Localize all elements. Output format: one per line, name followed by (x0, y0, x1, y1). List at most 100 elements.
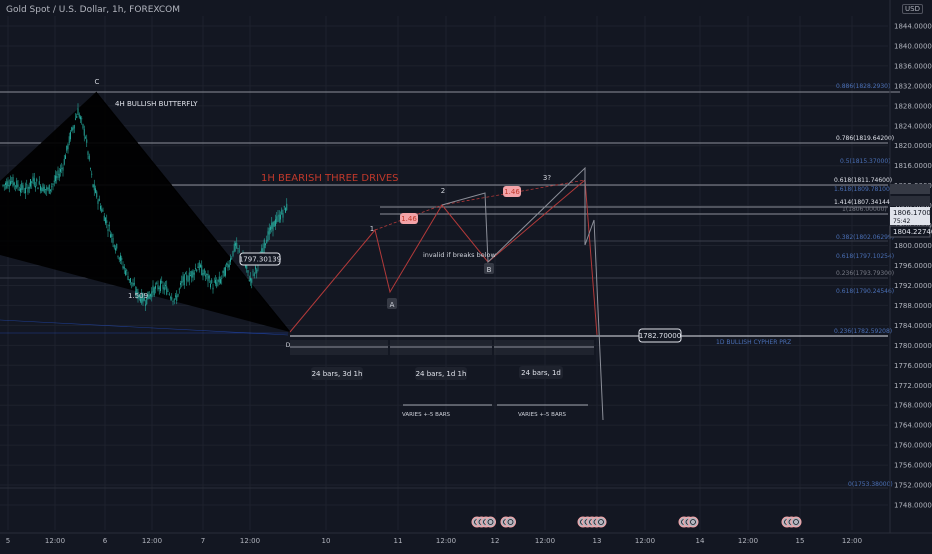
candle-body (133, 282, 135, 285)
ratio-badge-2[interactable]: 1.46 (400, 213, 418, 224)
fib-level-label: 0.618(1790.24546) (836, 288, 894, 295)
price-tick-label[interactable]: 1760.00000 (894, 442, 932, 450)
bars-label-1-text: 24 bars, 3d 1h (312, 370, 363, 378)
time-tick-label[interactable]: 6 (103, 537, 108, 545)
fib-level-label: 0.382(1802.06299) (836, 234, 894, 241)
time-tick-label[interactable]: 12:00 (142, 537, 162, 545)
time-tick-label[interactable]: 12:00 (45, 537, 65, 545)
level-1797-badge[interactable]: 1797.30139 (239, 252, 281, 266)
candle-body (182, 276, 184, 282)
candle-body (35, 186, 36, 188)
fib-level-label: 1.618(1809.78100) (834, 186, 892, 193)
time-tick-label[interactable]: 12:00 (738, 537, 758, 545)
candle-body (15, 185, 16, 187)
candle-body (175, 295, 176, 297)
candle-body (236, 242, 238, 249)
price-tick-label[interactable]: 1792.00000 (894, 282, 932, 290)
candle-body (96, 191, 98, 198)
candle-body (252, 271, 254, 273)
candle-body (237, 248, 239, 250)
price-tick-label[interactable]: 1748.00000 (894, 502, 932, 510)
time-tick-label[interactable]: 10 (322, 537, 331, 545)
price-tick-label[interactable]: 1840.00000 (894, 42, 932, 50)
time-tick-label[interactable]: 13 (593, 537, 602, 545)
economic-event-icon[interactable] (687, 516, 699, 528)
candle-body (207, 274, 209, 282)
symbol-title[interactable]: Gold Spot / U.S. Dollar, 1h, FOREXCOM (6, 5, 180, 15)
price-tick-label[interactable]: 1800.00000 (894, 242, 932, 250)
price-tick-label[interactable]: 1796.00000 (894, 262, 932, 270)
price-tick-label[interactable]: 1772.00000 (894, 382, 932, 390)
bars-label-2-text: 24 bars, 1d 1h (416, 370, 467, 378)
candle-body (3, 184, 5, 186)
candle-body (41, 188, 43, 192)
price-tick-label[interactable]: 1768.00000 (894, 402, 932, 410)
time-tick-label[interactable]: 7 (201, 537, 205, 545)
time-tick-label[interactable]: 12:00 (635, 537, 655, 545)
time-tick-label[interactable]: 14 (696, 537, 705, 545)
time-tick-label[interactable]: 12:00 (842, 537, 862, 545)
price-tick-label[interactable]: 1788.00000 (894, 302, 932, 310)
time-tick-label[interactable]: 12:00 (436, 537, 456, 545)
price-tick-label[interactable]: 1820.00000 (894, 142, 932, 150)
candle-body (91, 173, 93, 175)
candle-body (117, 256, 119, 257)
candle-body (273, 221, 275, 227)
currency-badge[interactable]: USD (902, 4, 923, 14)
economic-event-icon[interactable] (790, 516, 802, 528)
candle-body (203, 269, 205, 275)
candle-body (22, 185, 24, 190)
economic-event-icon[interactable] (485, 516, 496, 528)
current-price-label[interactable]: 1806.17000 (893, 209, 932, 217)
candle-body (97, 200, 99, 204)
price-tick-label[interactable]: 1836.00000 (894, 62, 932, 70)
candle-body (177, 293, 179, 297)
secondary-price-label[interactable]: 1804.22740 (893, 228, 932, 236)
candle-body (38, 181, 40, 185)
time-tick-label[interactable]: 12 (491, 537, 500, 545)
candle-body (7, 180, 9, 187)
candle-body (256, 269, 258, 274)
candle-body (283, 206, 285, 208)
bars-label-1[interactable]: 24 bars, 3d 1h (311, 367, 363, 380)
chart-svg[interactable]: C 4H BULLISH BUTTERFLY 1H BEARISH THREE DR… (0, 0, 932, 550)
ratio-badge-3[interactable]: 1.46 (503, 186, 521, 197)
bars-label-2[interactable]: 24 bars, 1d 1h (415, 367, 467, 380)
candle-body (11, 180, 13, 183)
chart-area[interactable]: C 4H BULLISH BUTTERFLY 1H BEARISH THREE DR… (0, 0, 932, 550)
time-tick-label[interactable]: 15 (796, 537, 805, 545)
candle-body (176, 295, 178, 301)
candle-body (255, 266, 256, 270)
price-tick-label[interactable]: 1844.00000 (894, 22, 932, 30)
price-tick-label[interactable]: 1780.00000 (894, 342, 932, 350)
three-drives-title: 1H BEARISH THREE DRIVES (261, 173, 399, 184)
candle-body (162, 284, 164, 289)
economic-event-icon[interactable] (505, 516, 516, 528)
candle-body (42, 184, 44, 192)
candle-body (192, 270, 194, 278)
candle-body (16, 180, 18, 188)
countdown-label[interactable]: 75:42 (893, 218, 910, 225)
time-tick-label[interactable]: 12:00 (240, 537, 260, 545)
price-tick-label[interactable]: 1764.00000 (894, 422, 932, 430)
price-tick-label[interactable]: 1828.00000 (894, 102, 932, 110)
candle-body (62, 167, 64, 171)
time-tick-label[interactable]: 12:00 (535, 537, 555, 545)
price-tick-label[interactable]: 1832.00000 (894, 82, 932, 90)
price-tick-label[interactable]: 1752.00000 (894, 482, 932, 490)
price-tick-label[interactable]: 1784.00000 (894, 322, 932, 330)
price-tick-label[interactable]: 1816.00000 (894, 162, 932, 170)
level-1782-badge[interactable]: 1782.70000 (638, 328, 682, 343)
fib-level-label: 1.414(1807.34144) (834, 199, 892, 206)
price-tick-label[interactable]: 1824.00000 (894, 122, 932, 130)
economic-event-icon[interactable] (595, 516, 607, 528)
candle-body (285, 207, 286, 213)
time-tick-label[interactable]: 5 (6, 537, 10, 545)
candle-body (148, 294, 150, 299)
price-tick-label[interactable]: 1756.00000 (894, 462, 932, 470)
bars-label-3[interactable]: 24 bars, 1d (519, 366, 563, 379)
time-tick-label[interactable]: 11 (394, 537, 403, 545)
candle-body (238, 250, 240, 252)
price-tick-label[interactable]: 1776.00000 (894, 362, 932, 370)
point-b-label: B (487, 266, 492, 274)
